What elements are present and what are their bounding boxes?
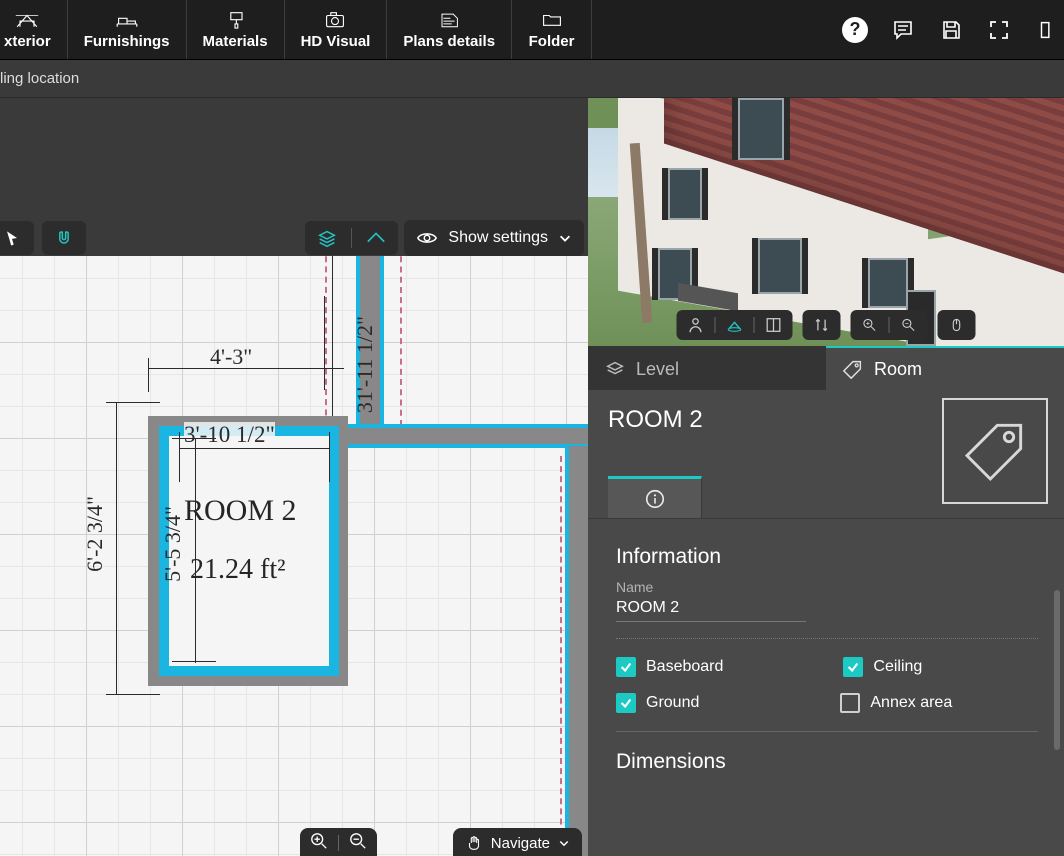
menu-exterior-label: xterior: [4, 33, 51, 50]
panel-tabs: Level Room: [588, 346, 1064, 390]
menu-materials[interactable]: Materials: [187, 0, 285, 59]
room-tag-preview[interactable]: [942, 398, 1048, 504]
tag-icon: [842, 358, 864, 380]
menu-furnishings[interactable]: Furnishings: [68, 0, 187, 59]
scrollbar-thumb[interactable]: [1054, 590, 1060, 750]
topbar-right-tools: ?: [842, 17, 1064, 43]
dimensions-heading: Dimensions: [616, 750, 1038, 774]
zoom-out-icon[interactable]: [349, 832, 367, 855]
checkbox-baseboard-label: Baseboard: [646, 658, 723, 676]
checkbox-ceiling-label: Ceiling: [873, 658, 922, 676]
orbit-view-icon[interactable]: [724, 314, 746, 336]
save-icon[interactable]: [938, 17, 964, 43]
subbar-label: ling location: [0, 70, 79, 87]
checkbox-annex-label: Annex area: [870, 694, 952, 712]
tag-note-icon: [435, 7, 463, 31]
tab-room-label: Room: [874, 359, 922, 380]
person-view-icon[interactable]: [685, 314, 707, 336]
menu-folder-label: Folder: [529, 33, 575, 50]
magnet-tool[interactable]: [50, 224, 78, 252]
zoom-controls: [300, 828, 377, 856]
floorplan-pane: Show settings 31'-11 1/2" 4'-3" 6'-2: [0, 98, 588, 856]
menu-hdvisual-label: HD Visual: [301, 33, 371, 50]
room-name-text: ROOM 2: [184, 494, 297, 528]
properties-pane: Level Room ROOM 2 Information Name: [588, 98, 1064, 856]
checkbox-ground[interactable]: Ground: [616, 693, 699, 713]
view-3d[interactable]: [588, 98, 1064, 346]
dim-left-outer: 6'-2 3/4": [82, 496, 108, 572]
checkbox-baseboard[interactable]: Baseboard: [616, 657, 723, 677]
checkbox-ceiling[interactable]: Ceiling: [843, 657, 922, 677]
chevron-down-icon: [558, 837, 570, 849]
plan-view-icon[interactable]: [763, 314, 785, 336]
menu-exterior[interactable]: xterior: [0, 0, 68, 59]
export-icon[interactable]: [1034, 17, 1060, 43]
edit-tools-pill: [0, 221, 34, 255]
menu-folder[interactable]: Folder: [512, 0, 592, 59]
room-panel: ROOM 2 Information Name Baseboard: [588, 390, 1064, 856]
hand-icon: [465, 834, 483, 852]
tag-large-icon: [960, 416, 1030, 486]
room-area-text: 21.24 ft²: [190, 554, 286, 586]
layers-tool[interactable]: [313, 224, 341, 252]
house-icon: [13, 7, 41, 31]
menu-plansdetails-label: Plans details: [403, 33, 495, 50]
checkbox-annex[interactable]: Annex area: [840, 693, 952, 713]
room-name-input[interactable]: [616, 595, 806, 622]
zoom-in-icon[interactable]: [310, 832, 328, 855]
zoom-out-3d-icon[interactable]: [898, 314, 920, 336]
mouse-mode-icon[interactable]: [946, 314, 968, 336]
menu-plansdetails[interactable]: Plans details: [387, 0, 512, 59]
info-section: Information Name Baseboard Ceiling: [588, 518, 1064, 800]
tab-room[interactable]: Room: [826, 346, 1064, 390]
view3d-toolbar: [677, 310, 976, 340]
context-subbar: ling location: [0, 60, 1064, 98]
info-heading: Information: [616, 545, 1038, 569]
view-tools-pill: [305, 221, 398, 255]
paint-icon: [221, 7, 249, 31]
floorplan-canvas[interactable]: 31'-11 1/2" 4'-3" 6'-2 3/4" 3'-10 1/2": [0, 256, 588, 856]
roof-tool[interactable]: [362, 224, 390, 252]
checkbox-ground-label: Ground: [646, 694, 699, 712]
help-icon[interactable]: ?: [842, 17, 868, 43]
folder-icon: [538, 7, 566, 31]
bed-icon: [113, 7, 141, 31]
dim-inner-top: 3'-10 1/2": [184, 422, 275, 448]
tab-level-label: Level: [636, 359, 679, 380]
camera-icon: [321, 7, 349, 31]
cursor-tool[interactable]: [0, 224, 26, 252]
separator: [616, 731, 1038, 732]
fullscreen-icon[interactable]: [986, 17, 1012, 43]
zoom-in-3d-icon[interactable]: [859, 314, 881, 336]
comment-icon[interactable]: [890, 17, 916, 43]
menu-materials-label: Materials: [203, 33, 268, 50]
dim-inner-left: 5'-5 3/4": [160, 506, 186, 582]
menu-hdvisual[interactable]: HD Visual: [285, 0, 388, 59]
separator: [616, 638, 1038, 639]
navigate-button[interactable]: Navigate: [453, 828, 582, 856]
dim-right-label: 31'-11 1/2": [352, 316, 378, 413]
name-field-label: Name: [616, 579, 1038, 595]
menu-furnishings-label: Furnishings: [84, 33, 170, 50]
tab-level[interactable]: Level: [588, 346, 826, 390]
navigate-label: Navigate: [491, 835, 550, 852]
info-tab[interactable]: [608, 476, 702, 518]
info-icon: [644, 488, 666, 510]
snap-tools-pill: [42, 221, 86, 255]
top-menu-bar: xterior Furnishings Materials HD Visual …: [0, 0, 1064, 60]
sync-views-icon[interactable]: [811, 314, 833, 336]
canvas-toolbar: [0, 220, 588, 256]
layers-icon: [604, 358, 626, 380]
dim-top-label: 4'-3": [210, 344, 252, 370]
